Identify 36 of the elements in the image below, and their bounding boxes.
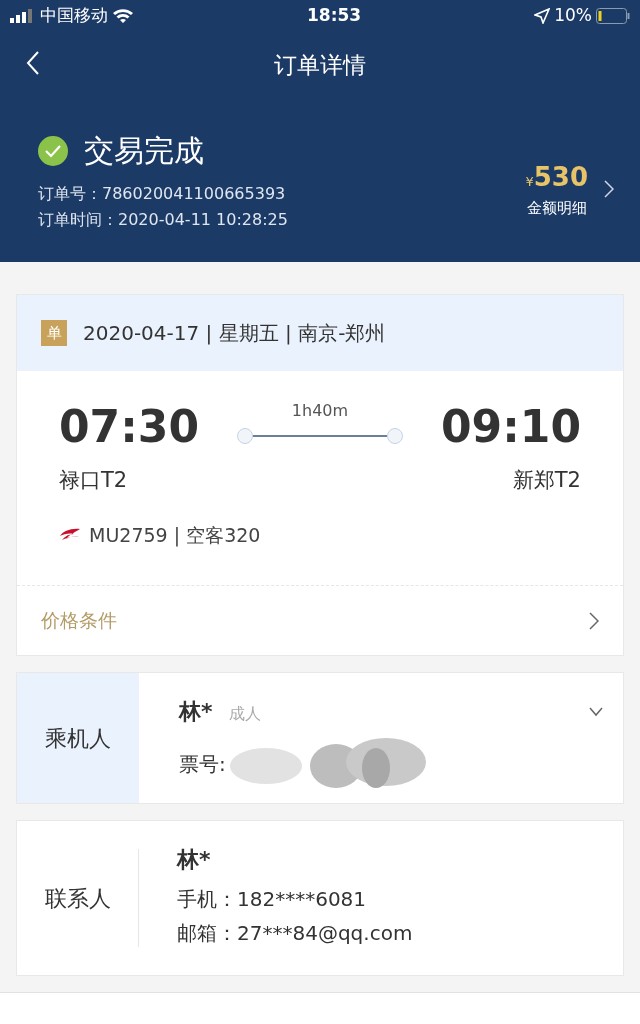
- section-label: 乘机人: [45, 724, 111, 753]
- departure-time: 07:30: [59, 405, 200, 449]
- amount-detail-link[interactable]: 金额明细: [525, 196, 588, 220]
- contact-name: 林*: [177, 846, 212, 874]
- order-number: 订单号：786020041100665393: [38, 183, 287, 205]
- arrival-time: 09:10: [440, 405, 581, 449]
- one-way-badge: 单: [41, 320, 67, 346]
- location-arrow-icon: [534, 8, 551, 24]
- price-terms-label: 价格条件: [41, 608, 117, 634]
- carrier-name: 中国移动: [40, 4, 108, 28]
- passenger-name: 林*: [179, 698, 213, 726]
- passenger-type: 成人: [228, 703, 261, 725]
- contact-phone: 手机：182****6081: [177, 886, 368, 913]
- departure-airport: 禄口T2: [59, 467, 129, 494]
- currency-symbol: ¥: [525, 173, 534, 189]
- flight-duration: 1h40m: [291, 400, 349, 422]
- airline-logo-icon: [59, 526, 81, 543]
- wifi-icon: [112, 8, 134, 24]
- back-button[interactable]: [26, 50, 40, 76]
- chevron-down-icon[interactable]: [589, 707, 603, 717]
- battery-icon: [596, 8, 630, 24]
- order-time: 订单时间：2020-04-11 10:28:25: [38, 209, 288, 231]
- status-time: 18:53: [307, 4, 362, 28]
- arrival-airport: 新郑T2: [511, 467, 581, 494]
- battery-percent: 10%: [554, 4, 592, 28]
- section-label: 联系人: [44, 884, 111, 913]
- page-title: 订单详情: [274, 50, 366, 80]
- flight-summary: 2020-04-17 | 星期五 | 南京-郑州: [83, 320, 386, 347]
- ticket-label: 票号:: [179, 751, 226, 778]
- chevron-right-icon[interactable]: [604, 179, 614, 198]
- check-icon: [38, 135, 68, 166]
- order-amount: 530: [533, 161, 588, 192]
- chevron-right-icon: [589, 611, 599, 630]
- contact-email: 邮箱：27***84@qq.com: [177, 920, 413, 947]
- flight-number: MU2759 | 空客320: [89, 522, 261, 549]
- order-status: 交易完成: [84, 132, 204, 170]
